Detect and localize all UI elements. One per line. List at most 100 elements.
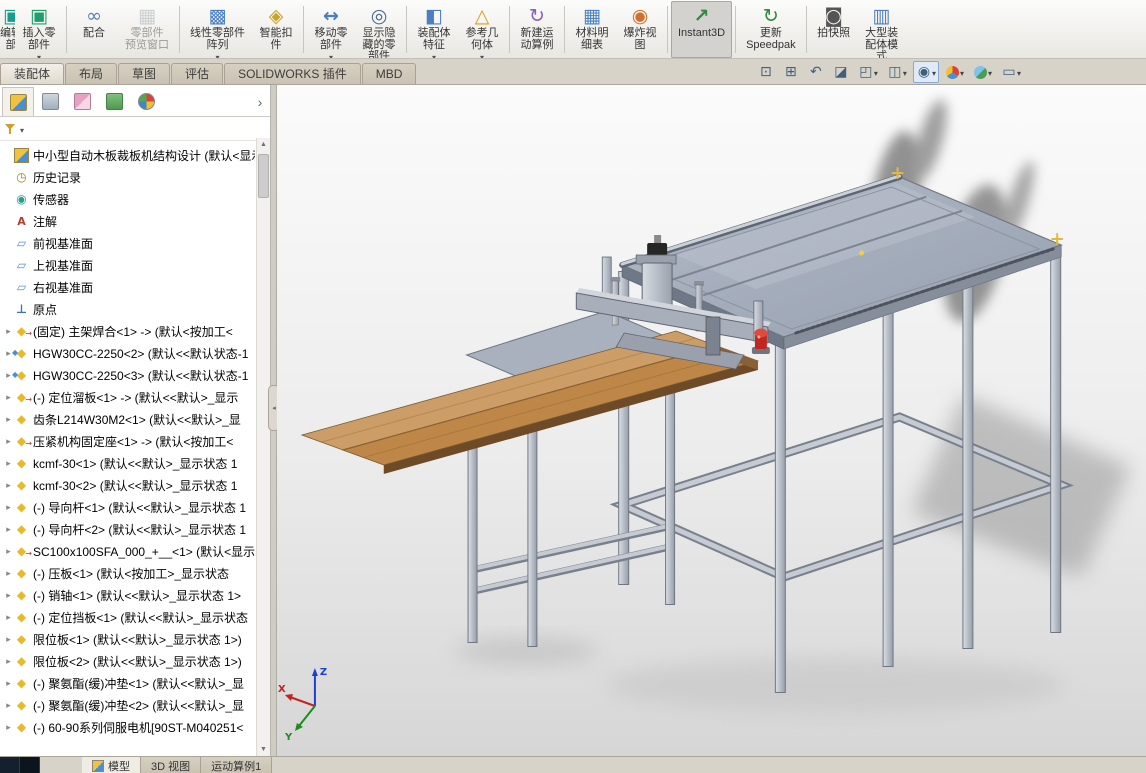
exploded-view-button[interactable]: 爆炸视图: [616, 1, 664, 58]
tab-solidworks-addins[interactable]: SOLIDWORKS 插件: [224, 63, 361, 84]
large-assembly-mode-button[interactable]: 大型装配体模式: [858, 1, 906, 58]
tab-layout[interactable]: 布局: [65, 63, 118, 84]
scroll-down-icon[interactable]: ▼: [257, 743, 270, 756]
scroll-up-icon[interactable]: ▲: [257, 138, 270, 151]
component-preview-window-button[interactable]: 零部件预览窗口: [118, 1, 176, 58]
take-snapshot-button[interactable]: 拍快照: [810, 1, 858, 58]
smart-fasteners-button[interactable]: 智能扣件: [252, 1, 300, 58]
assembly-features-button[interactable]: 装配体特征: [410, 1, 458, 58]
insert-components-button[interactable]: 插入零部件: [15, 1, 63, 58]
tree-item[interactable]: 原点: [3, 298, 255, 320]
expand-arrow-icon[interactable]: [3, 458, 14, 469]
tree-item[interactable]: (-) 聚氨酯(缓)冲垫<1> (默认<<默认>_显: [3, 672, 255, 694]
edit-component-button[interactable]: 编辑零部件: [0, 1, 15, 58]
tree-item[interactable]: kcmf-30<2> (默认<<默认>_显示状态 1: [3, 474, 255, 496]
graphics-viewport[interactable]: Z X Y: [277, 85, 1146, 756]
expand-arrow-icon[interactable]: [3, 546, 14, 557]
dropdown-arrow-icon[interactable]: [329, 52, 333, 58]
filter-dropdown-arrow-icon[interactable]: [20, 120, 24, 138]
view-settings-button[interactable]: ▭: [998, 61, 1024, 83]
dropdown-arrow-icon[interactable]: [37, 52, 41, 58]
tab-evaluate[interactable]: 评估: [171, 63, 224, 84]
tree-item[interactable]: (-) 压板<1> (默认<按加工>_显示状态: [3, 562, 255, 584]
featuremanager-tab[interactable]: [2, 87, 34, 116]
reference-geometry-button[interactable]: 参考几何体: [458, 1, 506, 58]
dropdown-arrow-icon[interactable]: [480, 52, 484, 58]
tree-scrollbar[interactable]: ▲ ▼: [256, 138, 270, 756]
tree-item[interactable]: SC100x100SFA_000_+__<1> (默认<显示: [3, 540, 255, 562]
expand-arrow-icon[interactable]: [3, 392, 14, 403]
filter-funnel-icon[interactable]: [5, 123, 17, 135]
expand-arrow-icon[interactable]: [3, 436, 14, 447]
new-motion-study-button[interactable]: 新建运动算例: [513, 1, 561, 58]
scrollbar-thumb[interactable]: [258, 154, 269, 198]
dropdown-arrow-icon[interactable]: [903, 63, 907, 81]
tree-item[interactable]: (-) 导向杆<1> (默认<<默认>_显示状态 1: [3, 496, 255, 518]
show-hidden-components-button[interactable]: 显示隐藏的零部件: [355, 1, 403, 58]
expand-arrow-icon[interactable]: [3, 612, 14, 623]
tree-item[interactable]: (-) 销轴<1> (默认<<默认>_显示状态 1>: [3, 584, 255, 606]
dropdown-arrow-icon[interactable]: [932, 63, 936, 81]
dropdown-arrow-icon[interactable]: [1017, 63, 1021, 81]
expand-arrow-icon[interactable]: [3, 656, 14, 667]
view-orientation-button[interactable]: ◰: [855, 61, 881, 83]
clamp-bracket[interactable]: [705, 316, 721, 356]
model-tab[interactable]: 模型: [82, 757, 141, 773]
bill-of-materials-button[interactable]: 材料明细表: [568, 1, 616, 58]
section-view-button[interactable]: ◪: [830, 62, 852, 82]
expand-arrow-icon[interactable]: [3, 326, 14, 337]
tree-item[interactable]: 压紧机构固定座<1> -> (默认<按加工<: [3, 430, 255, 452]
dropdown-arrow-icon[interactable]: [988, 63, 992, 81]
tree-item[interactable]: 前视基准面: [3, 232, 255, 254]
motion-study-tab[interactable]: 运动算例1: [201, 757, 273, 773]
dropdown-arrow-icon[interactable]: [432, 52, 436, 58]
expand-arrow-icon[interactable]: [3, 634, 14, 645]
tree-item[interactable]: 齿条L214W30M2<1> (默认<<默认>_显: [3, 408, 255, 430]
zoom-fit-button[interactable]: ⊡: [755, 62, 777, 82]
zoom-to-area-button[interactable]: ⊞: [780, 62, 802, 82]
hide-show-items-button[interactable]: ◉: [912, 61, 939, 83]
mate-button[interactable]: 配合: [70, 1, 118, 58]
update-speedpak-button[interactable]: 更新Speedpak: [739, 1, 803, 58]
tree-item[interactable]: kcmf-30<1> (默认<<默认>_显示状态 1: [3, 452, 255, 474]
expand-arrow-icon[interactable]: [3, 502, 14, 513]
tree-item[interactable]: 注解: [3, 210, 255, 232]
display-style-button[interactable]: ◫: [884, 61, 910, 83]
tree-item[interactable]: (固定) 主架焊合<1> -> (默认<按加工<: [3, 320, 255, 342]
dropdown-arrow-icon[interactable]: [215, 52, 219, 58]
panel-tabs-scroll-button[interactable]: [252, 87, 268, 116]
expand-arrow-icon[interactable]: [3, 524, 14, 535]
dropdown-arrow-icon[interactable]: [960, 63, 964, 81]
expand-arrow-icon[interactable]: [3, 722, 14, 733]
cylinder-cap[interactable]: [647, 243, 668, 256]
displaymanager-tab[interactable]: [130, 87, 162, 116]
dimxpertmanager-tab[interactable]: [98, 87, 130, 116]
tree-item[interactable]: 限位板<2> (默认<<默认>_显示状态 1>): [3, 650, 255, 672]
tree-item[interactable]: (-) 导向杆<2> (默认<<默认>_显示状态 1: [3, 518, 255, 540]
tree-item[interactable]: (-) 定位挡板<1> (默认<<默认>_显示状态: [3, 606, 255, 628]
configurationmanager-tab[interactable]: [66, 87, 98, 116]
tree-item[interactable]: (-) 聚氨酯(缓)冲垫<2> (默认<<默认>_显: [3, 694, 255, 716]
propertymanager-tab[interactable]: [34, 87, 66, 116]
tree-item[interactable]: HGW30CC-2250<3> (默认<<默认状态-1: [3, 364, 255, 386]
tab-mbd[interactable]: MBD: [361, 63, 417, 84]
edit-appearance-button[interactable]: [942, 61, 967, 83]
tab-assembly[interactable]: 装配体: [0, 63, 65, 84]
tree-item[interactable]: 右视基准面: [3, 276, 255, 298]
expand-arrow-icon[interactable]: [3, 678, 14, 689]
tab-sketch[interactable]: 草图: [118, 63, 171, 84]
expand-arrow-icon[interactable]: [3, 590, 14, 601]
linear-component-pattern-button[interactable]: 线性零部件阵列: [183, 1, 252, 58]
assembly-3d-model[interactable]: Z X Y: [277, 85, 1146, 756]
tree-item[interactable]: 中小型自动木板裁板机结构设计 (默认<显示状: [3, 144, 255, 166]
previous-view-button[interactable]: ↶: [805, 62, 827, 82]
tree-item[interactable]: 限位板<1> (默认<<默认>_显示状态 1>): [3, 628, 255, 650]
tree-item[interactable]: HGW30CC-2250<2> (默认<<默认状态-1: [3, 342, 255, 364]
tree-item[interactable]: 上视基准面: [3, 254, 255, 276]
expand-arrow-icon[interactable]: [3, 700, 14, 711]
expand-arrow-icon[interactable]: [3, 568, 14, 579]
tree-item[interactable]: (-) 定位溜板<1> -> (默认<<默认>_显示: [3, 386, 255, 408]
expand-arrow-icon[interactable]: [3, 480, 14, 491]
expand-arrow-icon[interactable]: [3, 414, 14, 425]
apply-scene-button[interactable]: [970, 61, 995, 83]
